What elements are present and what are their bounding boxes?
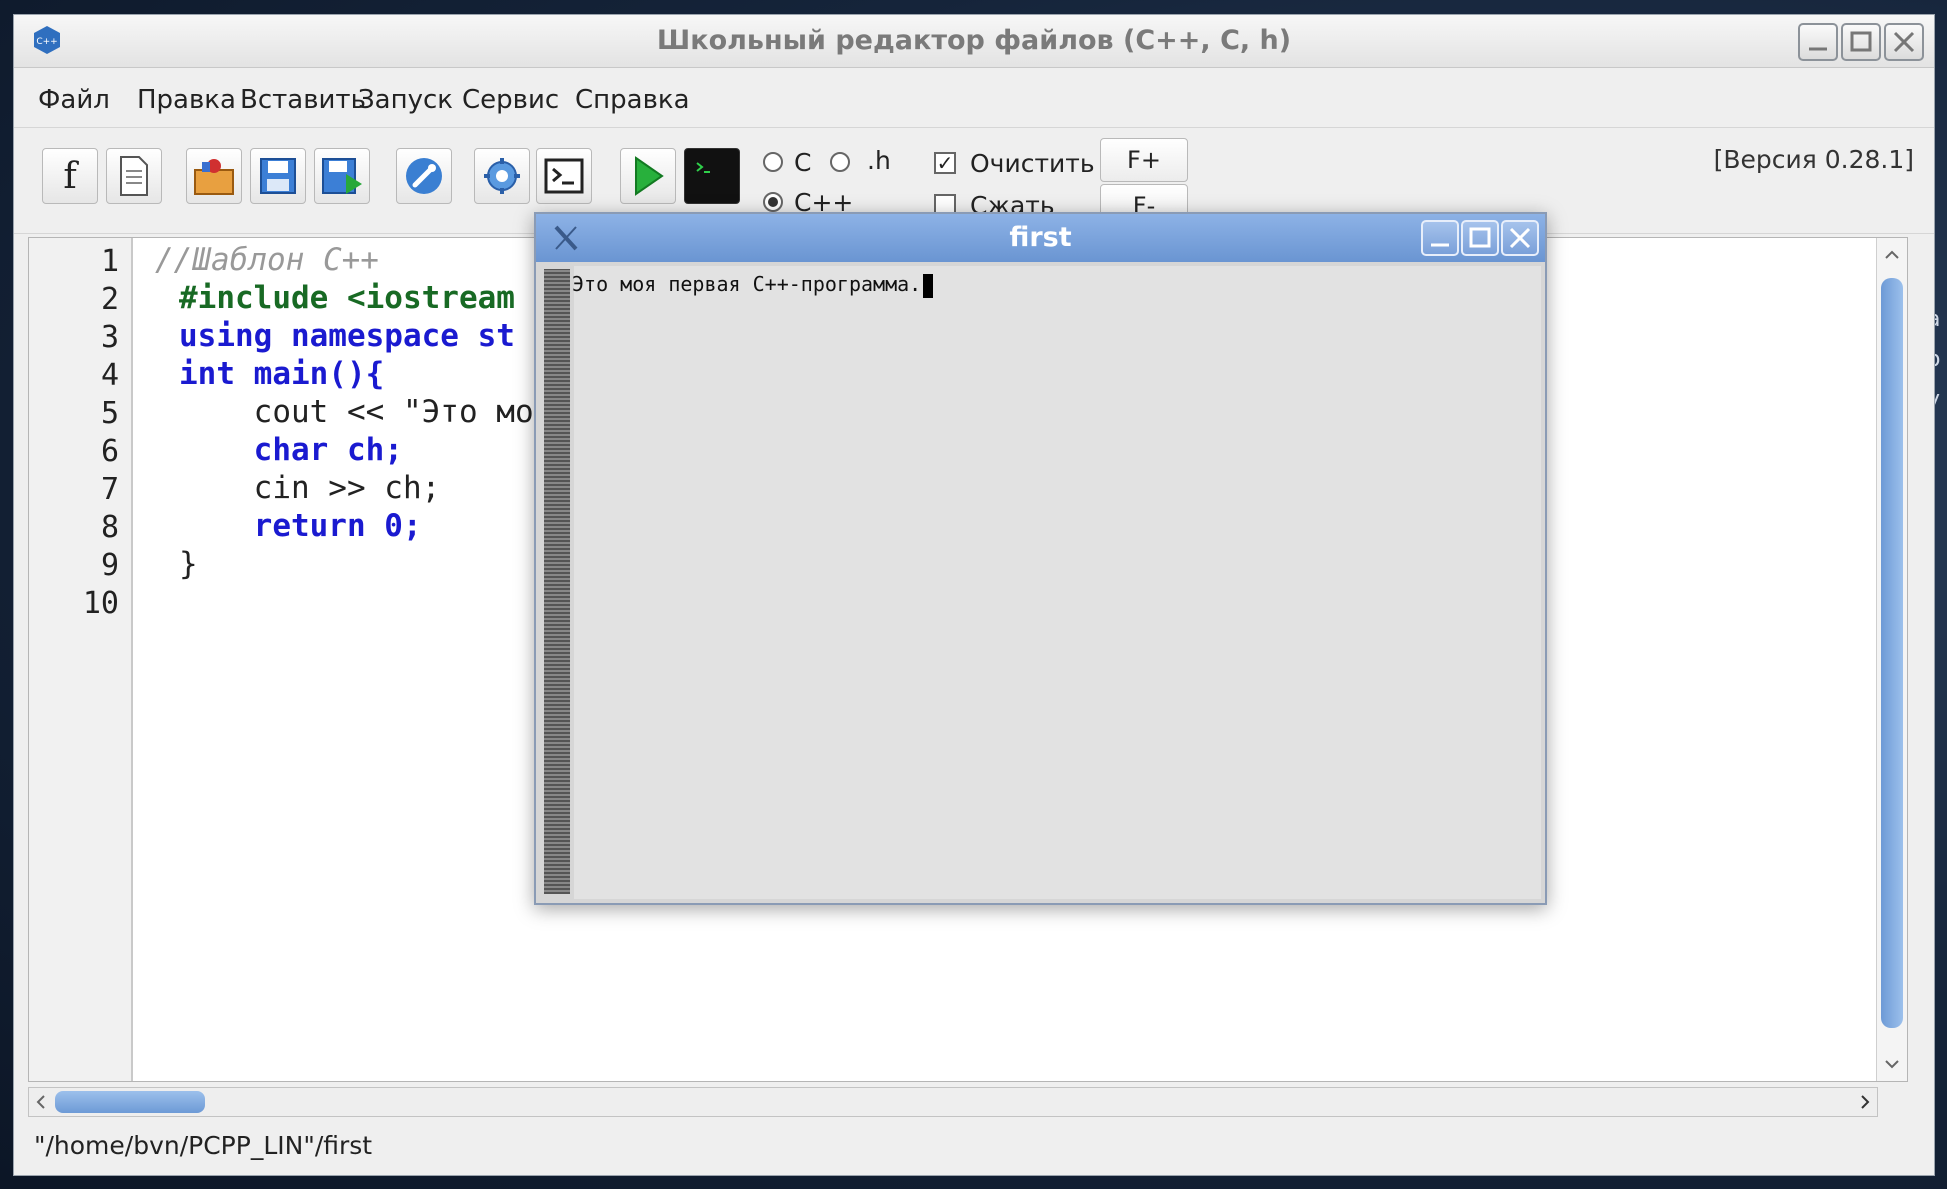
minimize-icon (1431, 243, 1449, 247)
line-number-gutter: 1 2 3 4 5 6 7 8 9 10 (29, 238, 133, 1081)
code-line: return 0; (179, 508, 422, 544)
line-number: 3 (100, 320, 119, 355)
window-title: Школьный редактор файлов (C++, C, h) (656, 25, 1292, 56)
code-line: cin >> ch; (179, 470, 441, 506)
console-icon (692, 156, 732, 196)
line-number: 5 (100, 396, 119, 431)
clear-checkbox[interactable]: ✓ (934, 152, 956, 174)
save-as-button[interactable] (314, 148, 370, 204)
line-number: 2 (100, 282, 119, 317)
menu-file[interactable]: Файл (38, 85, 110, 115)
line-number: 8 (100, 510, 119, 545)
new-file-button[interactable] (106, 148, 162, 204)
maximize-icon (1850, 31, 1872, 52)
minimize-button[interactable] (1798, 23, 1838, 61)
lang-cpp-radio[interactable] (763, 192, 783, 212)
status-path: "/home/bvn/PCPP_LIN"/first (34, 1131, 373, 1160)
lang-h-label: .h (867, 146, 891, 175)
menu-help[interactable]: Справка (575, 85, 690, 115)
save-button[interactable] (250, 148, 306, 204)
console-run-button[interactable] (684, 148, 740, 204)
vertical-scrollbar[interactable] (1876, 238, 1907, 1081)
maximize-button[interactable] (1841, 23, 1881, 61)
console-minimize-button[interactable] (1421, 220, 1459, 256)
horizontal-scrollbar[interactable] (28, 1087, 1878, 1117)
terminal-button[interactable] (536, 148, 592, 204)
horizontal-scroll-thumb[interactable] (55, 1091, 205, 1113)
console-output-area[interactable] (574, 266, 1541, 899)
clear-label: Очистить (970, 149, 1095, 178)
line-number: 7 (100, 472, 119, 507)
lang-h-radio[interactable] (830, 152, 850, 172)
title-bar[interactable]: C++ Школьный редактор файлов (C++, C, h) (14, 15, 1934, 68)
console-maximize-button[interactable] (1461, 220, 1499, 256)
line-number: 10 (82, 586, 119, 621)
vertical-scroll-thumb[interactable] (1881, 278, 1903, 1028)
lang-c-label: C (794, 148, 812, 177)
open-folder-icon (194, 159, 234, 195)
line-number: 6 (100, 434, 119, 469)
font-f-icon: f (63, 155, 77, 197)
minimize-icon (1809, 47, 1827, 51)
menu-run[interactable]: Запуск (358, 85, 453, 115)
menu-service[interactable]: Сервис (462, 85, 559, 115)
code-line: using namespace st (179, 318, 515, 354)
menu-bar: Файл Правка Вставить Запуск Сервис Справ… (14, 77, 1934, 119)
wrench-icon (406, 158, 442, 194)
code-line: int main(){ (179, 356, 385, 392)
lang-c-radio[interactable] (763, 152, 783, 172)
maximize-icon (1469, 227, 1491, 248)
console-output-text: Это моя первая C++-программа. (572, 272, 922, 296)
close-icon (1893, 31, 1915, 53)
gear-icon (484, 158, 520, 194)
scroll-down-icon (1885, 1060, 1899, 1069)
console-output-line: Это моя первая C++-программа. (572, 272, 934, 298)
run-button[interactable] (620, 148, 676, 204)
version-label: [Версия 0.28.1] (1713, 145, 1914, 174)
line-number: 9 (100, 548, 119, 583)
console-scrollbar[interactable] (544, 269, 570, 894)
code-line: //Шаблон C++ (155, 242, 379, 278)
close-icon (1509, 227, 1531, 249)
code-line: cout << "Это мо (179, 394, 534, 430)
text-cursor (923, 273, 934, 298)
console-title: first (1009, 222, 1072, 253)
play-icon (635, 156, 664, 196)
console-close-button[interactable] (1501, 220, 1539, 256)
console-title-bar[interactable]: first (536, 214, 1545, 262)
scroll-right-icon (1861, 1095, 1870, 1109)
terminal-icon (544, 158, 584, 194)
settings-wrench-button[interactable] (396, 148, 452, 204)
console-window: first Это моя первая C++-программа. (534, 212, 1547, 905)
options-gear-button[interactable] (474, 148, 530, 204)
new-file-icon (120, 156, 148, 196)
save-disk-icon (260, 158, 296, 194)
menu-edit[interactable]: Правка (137, 85, 236, 115)
code-line: char ch; (179, 432, 403, 468)
scroll-up-icon (1885, 250, 1899, 259)
scroll-left-icon (36, 1095, 45, 1109)
menu-insert[interactable]: Вставить (240, 85, 366, 115)
close-button[interactable] (1884, 23, 1924, 61)
code-line: #include <iostream (179, 280, 515, 316)
save-as-icon (322, 158, 362, 194)
line-number: 4 (100, 358, 119, 393)
code-line: } (179, 546, 198, 582)
line-number: 1 (100, 244, 119, 279)
font-f-button[interactable]: f (42, 148, 98, 204)
open-file-button[interactable] (186, 148, 242, 204)
font-increase-button[interactable]: F+ (1100, 138, 1188, 182)
